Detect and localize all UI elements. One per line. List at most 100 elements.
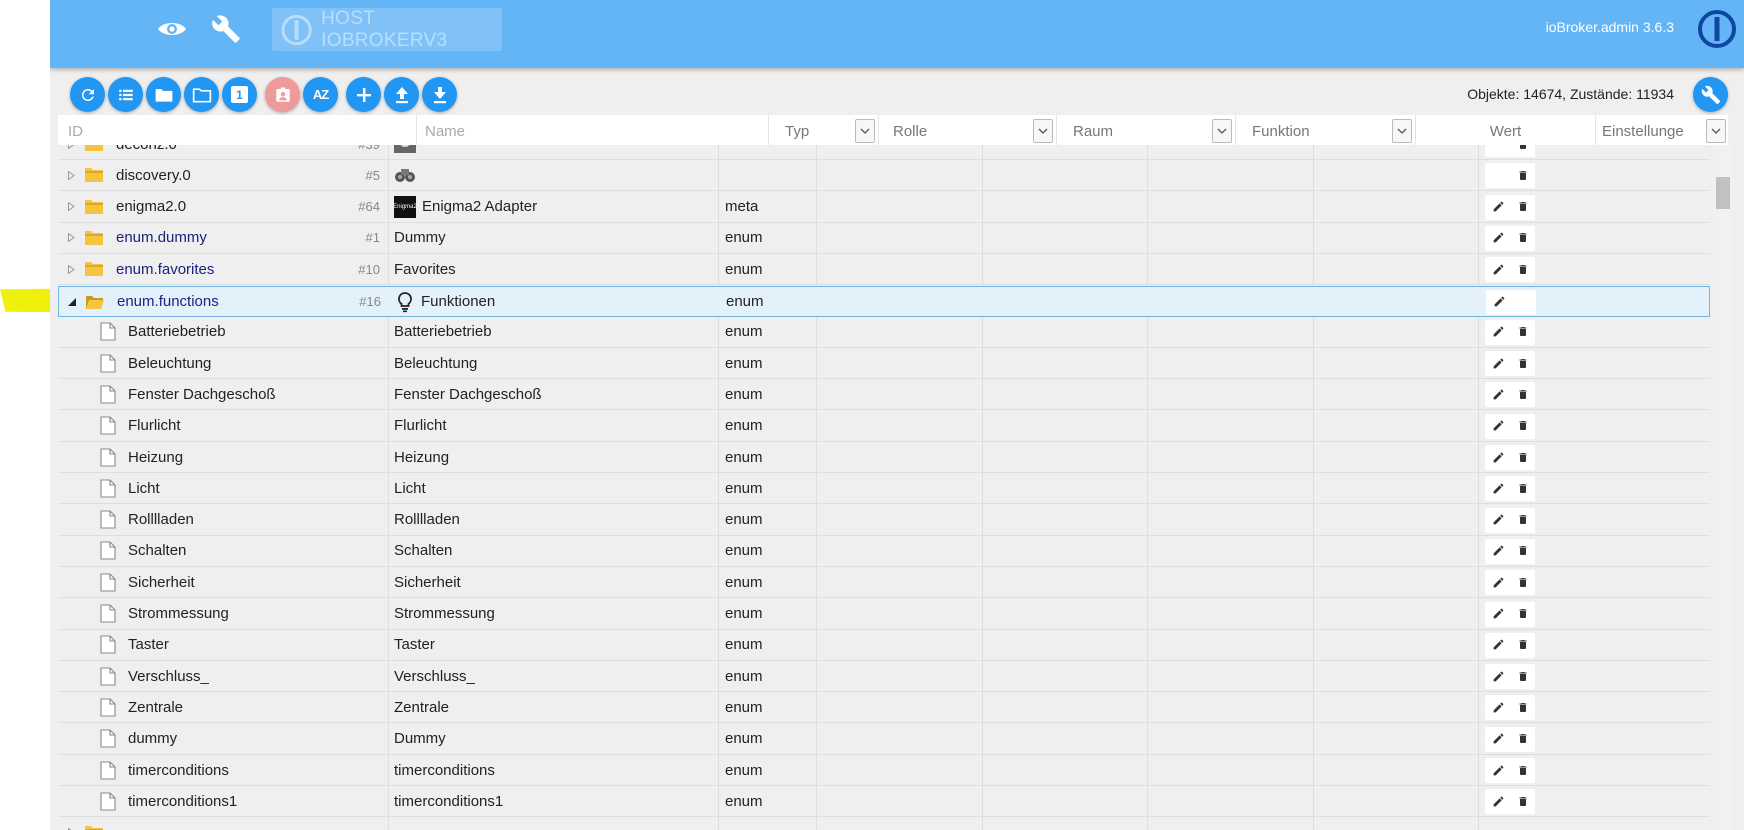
- tree-child-row[interactable]: Sicherheit Sicherheit enum: [58, 567, 1710, 599]
- name-filter-input[interactable]: Name: [417, 115, 769, 147]
- id-cell[interactable]: deconz.0 #39: [66, 145, 380, 159]
- id-cell[interactable]: dummy: [100, 724, 380, 754]
- edit-icon[interactable]: [1490, 793, 1506, 809]
- id-cell[interactable]: [66, 818, 380, 830]
- edit-icon[interactable]: [1490, 668, 1506, 684]
- funktion-filter[interactable]: Funktion: [1236, 115, 1416, 147]
- delete-icon[interactable]: [1515, 324, 1531, 340]
- delete-icon[interactable]: [1515, 637, 1531, 653]
- id-cell[interactable]: Strommessung: [100, 599, 380, 629]
- delete-icon[interactable]: [1515, 355, 1531, 371]
- id-cell[interactable]: enigma2.0 #64: [66, 192, 380, 222]
- id-cell[interactable]: enum.dummy #1: [66, 223, 380, 253]
- edit-icon[interactable]: [1490, 606, 1506, 622]
- add-object-button[interactable]: [346, 77, 381, 112]
- sort-az-button[interactable]: AZ: [303, 77, 338, 112]
- tree-child-row[interactable]: Heizung Heizung enum: [58, 442, 1710, 473]
- edit-icon[interactable]: [1490, 230, 1506, 246]
- contact-card-button[interactable]: [265, 77, 300, 112]
- expand-toggle-icon[interactable]: [66, 170, 76, 180]
- delete-icon[interactable]: [1515, 793, 1531, 809]
- edit-icon[interactable]: [1490, 418, 1506, 434]
- delete-icon[interactable]: [1515, 386, 1531, 402]
- collapse-folders-button[interactable]: [146, 77, 181, 112]
- host-selector[interactable]: HOST IOBROKERV3: [272, 8, 502, 51]
- delete-icon[interactable]: [1515, 199, 1531, 215]
- typ-filter[interactable]: Typ: [769, 115, 879, 147]
- tree-child-row[interactable]: Rolllladen Rolllladen enum: [58, 505, 1710, 536]
- tree-child-row[interactable]: Flurlicht Flurlicht enum: [58, 411, 1710, 442]
- edit-icon[interactable]: [1490, 762, 1506, 778]
- delete-icon[interactable]: [1515, 167, 1531, 183]
- tree-child-row[interactable]: timerconditions timerconditions enum: [58, 755, 1710, 786]
- tree-child-row[interactable]: timerconditions1 timerconditions1 enum: [58, 786, 1710, 818]
- tree-child-row[interactable]: Batteriebetrieb Batteriebetrieb enum: [58, 317, 1710, 348]
- delete-icon[interactable]: [1515, 762, 1531, 778]
- edit-icon[interactable]: [1490, 480, 1506, 496]
- edit-icon[interactable]: [1490, 261, 1506, 277]
- eye-icon[interactable]: [144, 6, 200, 52]
- tree-folder-row[interactable]: deconz.0 #39: [58, 145, 1710, 160]
- expand-folders-button[interactable]: [184, 77, 219, 112]
- tree-folder-row[interactable]: enum.functions #16 Funktionen enum: [58, 285, 1710, 317]
- funktion-dropdown-button[interactable]: [1392, 119, 1412, 143]
- id-cell[interactable]: Heizung: [100, 442, 380, 472]
- delete-icon[interactable]: [1515, 261, 1531, 277]
- delete-icon[interactable]: [1515, 731, 1531, 747]
- edit-icon[interactable]: [1490, 449, 1506, 465]
- delete-icon[interactable]: [1515, 543, 1531, 559]
- tree-folder-row[interactable]: enigma2.0 #64 Enigma2 Enigma2 Adapter meta: [58, 192, 1710, 223]
- page-one-button[interactable]: 1: [222, 77, 257, 112]
- raum-filter[interactable]: Raum: [1057, 115, 1236, 147]
- id-cell[interactable]: timerconditions1: [100, 786, 380, 816]
- id-cell[interactable]: enum.favorites #10: [66, 254, 380, 284]
- tree-child-row[interactable]: Strommessung Strommessung enum: [58, 599, 1710, 630]
- edit-icon[interactable]: [1490, 574, 1506, 590]
- edit-icon[interactable]: [1490, 637, 1506, 653]
- tree-child-row[interactable]: Taster Taster enum: [58, 630, 1710, 661]
- tree-child-row[interactable]: Schalten Schalten enum: [58, 536, 1710, 567]
- scrollbar-thumb[interactable]: [1716, 177, 1730, 209]
- delete-icon[interactable]: [1515, 512, 1531, 528]
- expand-toggle-icon[interactable]: [66, 145, 76, 149]
- id-cell[interactable]: Schalten: [100, 536, 380, 566]
- tree-child-row[interactable]: Zentrale Zentrale enum: [58, 692, 1710, 724]
- edit-icon[interactable]: [1490, 543, 1506, 559]
- delete-icon[interactable]: [1515, 668, 1531, 684]
- tree-child-row[interactable]: dummy Dummy enum: [58, 724, 1710, 755]
- id-cell[interactable]: enum.functions #16: [67, 287, 381, 317]
- einstellungen-dropdown-button[interactable]: [1706, 119, 1726, 143]
- typ-dropdown-button[interactable]: [855, 119, 875, 143]
- id-cell[interactable]: Beleuchtung: [100, 348, 380, 378]
- id-cell[interactable]: timerconditions: [100, 755, 380, 785]
- delete-icon[interactable]: [1515, 480, 1531, 496]
- wrench-icon[interactable]: [198, 6, 254, 52]
- delete-icon[interactable]: [1515, 418, 1531, 434]
- delete-icon[interactable]: [1515, 230, 1531, 246]
- tree-folder-row[interactable]: enum.favorites #10 Favorites enum: [58, 254, 1710, 286]
- collapse-toggle-icon[interactable]: [67, 297, 77, 306]
- tree-folder-row[interactable]: discovery.0 #5: [58, 160, 1710, 192]
- edit-icon[interactable]: [1490, 731, 1506, 747]
- tree-child-row[interactable]: Verschluss_ Verschluss_ enum: [58, 661, 1710, 693]
- vertical-scrollbar[interactable]: [1713, 145, 1733, 830]
- rolle-filter[interactable]: Rolle: [879, 115, 1057, 147]
- delete-icon[interactable]: [1515, 574, 1531, 590]
- expand-toggle-icon[interactable]: [66, 233, 76, 243]
- tree-child-row[interactable]: Licht Licht enum: [58, 473, 1710, 505]
- id-cell[interactable]: Zentrale: [100, 692, 380, 722]
- raum-dropdown-button[interactable]: [1212, 119, 1232, 143]
- id-cell[interactable]: Fenster Dachgeschoß: [100, 379, 380, 409]
- expand-toggle-icon[interactable]: [66, 264, 76, 274]
- id-cell[interactable]: discovery.0 #5: [66, 160, 380, 190]
- id-cell[interactable]: Rolllladen: [100, 505, 380, 535]
- list-view-button[interactable]: [108, 77, 143, 112]
- refresh-button[interactable]: [70, 77, 105, 112]
- edit-icon[interactable]: [1490, 699, 1506, 715]
- expand-toggle-icon[interactable]: [66, 202, 76, 212]
- rolle-dropdown-button[interactable]: [1033, 119, 1053, 143]
- delete-icon[interactable]: [1515, 449, 1531, 465]
- settings-button[interactable]: [1693, 77, 1728, 112]
- edit-icon[interactable]: [1491, 294, 1507, 310]
- id-filter-input[interactable]: ID: [58, 115, 417, 147]
